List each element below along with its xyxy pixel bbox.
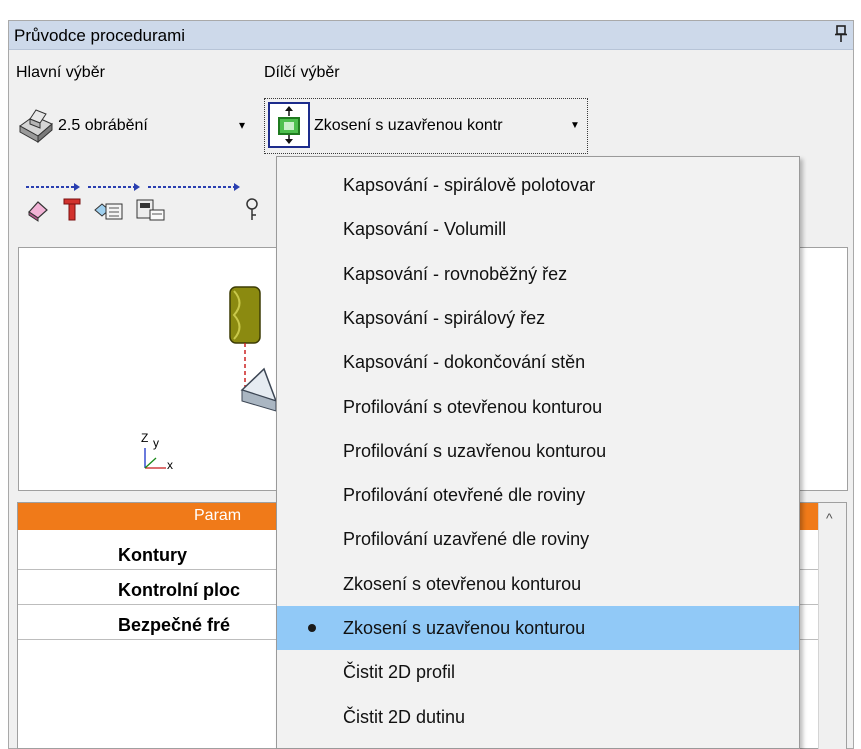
dropdown-item-label: Kapsování - spirálově polotovar [343,175,596,195]
sub-selection-value[interactable]: Zkosení s uzavřenou kontr [314,116,503,136]
axis-triad-icon [144,448,166,469]
dropdown-item[interactable]: Čistit 2D profil [277,650,799,694]
pin-icon[interactable] [834,24,848,44]
operation-parameters-icon[interactable] [134,196,168,222]
tool-parameters-icon[interactable] [92,196,126,222]
main-selection-dropdown-arrow[interactable]: ▾ [239,115,245,135]
dropdown-item-label: Zkosení s otevřenou konturou [343,574,582,594]
dropdown-item-label: Zkosení s uzavřenou konturou [343,618,586,638]
dropdown-item-label: Kapsování - Volumill [343,219,507,239]
dropdown-item-label: Profilování s uzavřenou konturou [343,441,607,461]
dropdown-item[interactable]: Zkosení s uzavřenou konturou [277,606,799,650]
geometry-eraser-icon[interactable] [26,196,50,222]
dropdown-item-label: Profilování uzavřené dle roviny [343,529,590,549]
toolbar-step-indicator [26,183,240,191]
selected-bullet-icon [308,624,316,632]
param-row-label: Kontury [118,545,187,565]
param-row-label: Bezpečné fré [118,615,231,635]
tool-icon[interactable] [60,196,84,222]
dropdown-item[interactable]: Profilování s uzavřenou konturou [277,429,799,473]
panel-title: Průvodce procedurami [14,26,186,45]
chamfer-contour-icon [278,106,300,144]
dropdown-item[interactable]: Kapsování - spirálově polotovar [277,163,799,207]
milling-part-icon [19,109,53,144]
dropdown-item-label: Profilování s otevřenou konturou [343,397,603,417]
dropdown-item[interactable]: Kapsování - dokončování stěn [277,340,799,384]
dropdown-item-label: Čistit 2D dutinu [343,707,466,727]
sub-selection-label: Dílčí výběr [264,64,340,81]
param-row-label: Kontrolní ploc [118,580,240,600]
dropdown-item[interactable]: Zkosení s otevřenou konturou [277,562,799,606]
axis-label-z: Z [141,431,149,445]
dropdown-item-label: Kapsování - rovnoběžný řez [343,264,568,284]
dropdown-item-label: Kapsování - spirálový řez [343,308,546,328]
main-selection-label: Hlavní výběr [16,64,105,81]
sub-selection-icon-frame[interactable] [268,102,310,148]
dropdown-item[interactable]: Profilování otevřené dle roviny [277,473,799,517]
dropdown-item-label: Čistit 2D profil [343,662,456,682]
toolbar [16,182,276,230]
misc-parameters-icon[interactable] [242,196,262,222]
sub-selection-dropdown-arrow[interactable]: ▼ [570,116,580,136]
dropdown-item-label: Kapsování - dokončování stěn [343,352,586,372]
dropdown-item[interactable]: Profilování s otevřenou konturou [277,385,799,429]
dropdown-item[interactable]: Kapsování - rovnoběžný řez [277,252,799,296]
parameters-header-text: Param [194,507,242,524]
main-selection-value[interactable]: 2.5 obrábění [58,116,148,136]
dropdown-item[interactable]: Kapsování - Volumill [277,207,799,251]
dropdown-item[interactable]: Čistit 2D dutinu [277,695,799,739]
scroll-up-arrow[interactable]: ^ [826,510,833,526]
dropdown-item-label: Profilování otevřené dle roviny [343,485,586,505]
parameters-scrollbar[interactable] [818,503,846,749]
dropdown-item[interactable]: Profilování uzavřené dle roviny [277,517,799,561]
dropdown-item[interactable]: Kapsování - spirálový řez [277,296,799,340]
